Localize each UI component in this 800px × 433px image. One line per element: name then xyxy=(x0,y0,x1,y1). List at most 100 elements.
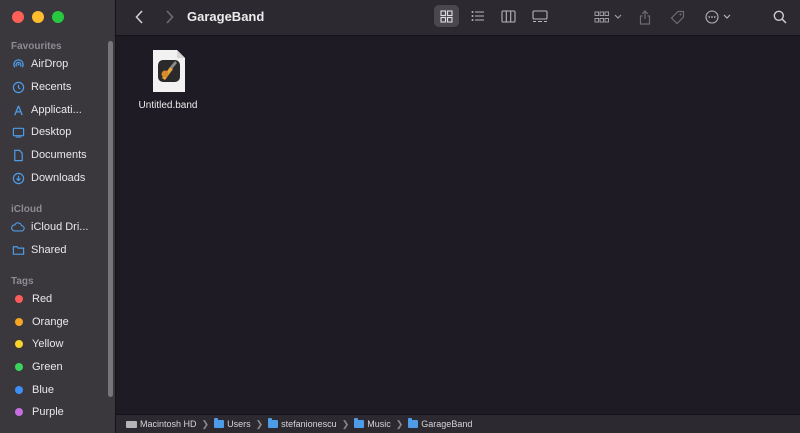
search-button[interactable] xyxy=(772,7,788,27)
sidebar-item-applications[interactable]: Applicati... xyxy=(11,100,107,120)
file-name: Untitled.band xyxy=(138,100,198,111)
path-crumb-label: GarageBand xyxy=(421,419,473,429)
share-button[interactable] xyxy=(637,7,653,27)
gallery-view-button[interactable] xyxy=(527,5,552,27)
tag-color-dot-icon xyxy=(15,363,23,371)
path-crumb-label: Users xyxy=(227,419,251,429)
sidebar-item-tag-purple[interactable]: Purple xyxy=(11,402,107,422)
tag-color-dot-icon xyxy=(15,408,23,416)
tag-icon xyxy=(670,10,684,24)
action-menu-button[interactable] xyxy=(703,7,733,27)
finder-window: Favourites AirDrop Recents Applicati... … xyxy=(0,0,800,433)
toolbar: GarageBand xyxy=(116,0,800,36)
tag-color-dot-icon xyxy=(15,318,23,326)
sidebar-item-label: Yellow xyxy=(32,338,64,350)
hard-drive-icon xyxy=(126,420,137,428)
favourites-heading: Favourites xyxy=(11,41,62,52)
icloud-heading: iCloud xyxy=(11,204,43,215)
cloud-icon xyxy=(11,220,25,234)
sidebar-item-documents[interactable]: Documents xyxy=(11,145,107,165)
sidebar-item-tag-orange[interactable]: Orange xyxy=(11,312,107,332)
path-crumb-macintosh-hd[interactable]: Macintosh HD xyxy=(126,419,197,429)
view-mode-group xyxy=(434,5,554,29)
minimize-button[interactable] xyxy=(32,11,44,23)
sidebar-item-label: Orange xyxy=(32,316,69,328)
sidebar: Favourites AirDrop Recents Applicati... … xyxy=(0,0,116,433)
path-crumb-users[interactable]: Users xyxy=(214,418,251,429)
icon-view-button[interactable] xyxy=(434,5,459,27)
forward-button[interactable] xyxy=(162,7,176,27)
sidebar-item-recents[interactable]: Recents xyxy=(11,77,107,97)
sidebar-item-shared[interactable]: Shared xyxy=(11,240,107,260)
path-crumb-garageband[interactable]: GarageBand xyxy=(408,418,473,429)
sidebar-scrollbar[interactable] xyxy=(108,41,113,397)
sidebar-item-tag-yellow[interactable]: Yellow xyxy=(11,334,107,354)
folder-icon xyxy=(268,418,279,428)
folder-icon xyxy=(408,418,419,428)
clock-icon xyxy=(11,80,25,94)
sidebar-item-desktop[interactable]: Desktop xyxy=(11,122,107,142)
window-controls xyxy=(12,11,64,23)
chevron-left-icon xyxy=(134,10,143,24)
desktop-icon xyxy=(11,125,25,139)
gallery-icon xyxy=(531,9,548,22)
airdrop-icon xyxy=(11,57,25,71)
group-by-button[interactable] xyxy=(592,7,624,27)
sidebar-item-label: Purple xyxy=(32,406,64,418)
sidebar-item-label: Desktop xyxy=(31,126,72,138)
sidebar-item-tag-green[interactable]: Green xyxy=(11,357,107,377)
sidebar-item-label: iCloud Dri... xyxy=(31,221,89,233)
path-crumb-label: Music xyxy=(367,419,391,429)
sidebar-item-downloads[interactable]: Downloads xyxy=(11,168,107,188)
grid-icon xyxy=(440,9,453,23)
group-grid-icon xyxy=(594,11,609,22)
path-separator-icon: ❯ xyxy=(255,418,264,429)
close-button[interactable] xyxy=(12,11,24,23)
tags-heading: Tags xyxy=(11,276,34,287)
folder-icon xyxy=(214,418,225,428)
back-button[interactable] xyxy=(132,7,146,27)
sidebar-item-label: Blue xyxy=(32,384,55,396)
path-crumb-user-home[interactable]: stefanionescu xyxy=(268,418,337,429)
column-view-button[interactable] xyxy=(496,5,521,27)
file-item[interactable]: Untitled.band xyxy=(138,48,198,111)
path-separator-icon: ❯ xyxy=(341,418,350,429)
chevron-right-icon xyxy=(165,10,174,24)
tags-button[interactable] xyxy=(669,7,685,27)
applications-icon xyxy=(11,103,25,117)
download-icon xyxy=(11,171,25,185)
folder-icon xyxy=(354,418,365,428)
path-separator-icon: ❯ xyxy=(201,418,210,429)
columns-icon xyxy=(501,9,516,23)
zoom-button[interactable] xyxy=(52,11,64,23)
sidebar-item-icloud-drive[interactable]: iCloud Dri... xyxy=(11,217,107,237)
search-icon xyxy=(773,10,787,24)
sidebar-item-airdrop[interactable]: AirDrop xyxy=(11,54,107,74)
path-separator-icon: ❯ xyxy=(395,418,404,429)
share-icon xyxy=(639,9,651,25)
path-crumb-music[interactable]: Music xyxy=(354,418,391,429)
more-options-icon xyxy=(705,10,719,24)
sidebar-item-label: Applicati... xyxy=(31,104,82,116)
list-icon xyxy=(471,11,484,21)
path-crumb-label: stefanionescu xyxy=(281,419,337,429)
sidebar-item-label: AirDrop xyxy=(31,58,69,70)
sidebar-item-label: Green xyxy=(32,361,63,373)
document-icon xyxy=(11,148,25,162)
sidebar-item-tag-blue[interactable]: Blue xyxy=(11,380,107,400)
path-bar: Macintosh HD ❯ Users ❯ stefanionescu ❯ M… xyxy=(116,414,800,433)
sidebar-item-tag-red[interactable]: Red xyxy=(11,289,107,309)
list-view-button[interactable] xyxy=(465,5,490,27)
sidebar-item-label: Recents xyxy=(31,81,72,93)
chevron-down-icon xyxy=(614,14,622,19)
path-crumb-label: Macintosh HD xyxy=(140,419,197,429)
sidebar-item-label: Downloads xyxy=(31,172,86,184)
tag-color-dot-icon xyxy=(15,295,23,303)
window-title: GarageBand xyxy=(187,9,265,24)
sidebar-item-label: Shared xyxy=(31,244,67,256)
garageband-file-icon xyxy=(151,48,185,92)
chevron-down-icon xyxy=(723,14,731,19)
tag-color-dot-icon xyxy=(15,340,23,348)
sidebar-item-label: Documents xyxy=(31,149,87,161)
shared-folder-icon xyxy=(11,243,25,257)
